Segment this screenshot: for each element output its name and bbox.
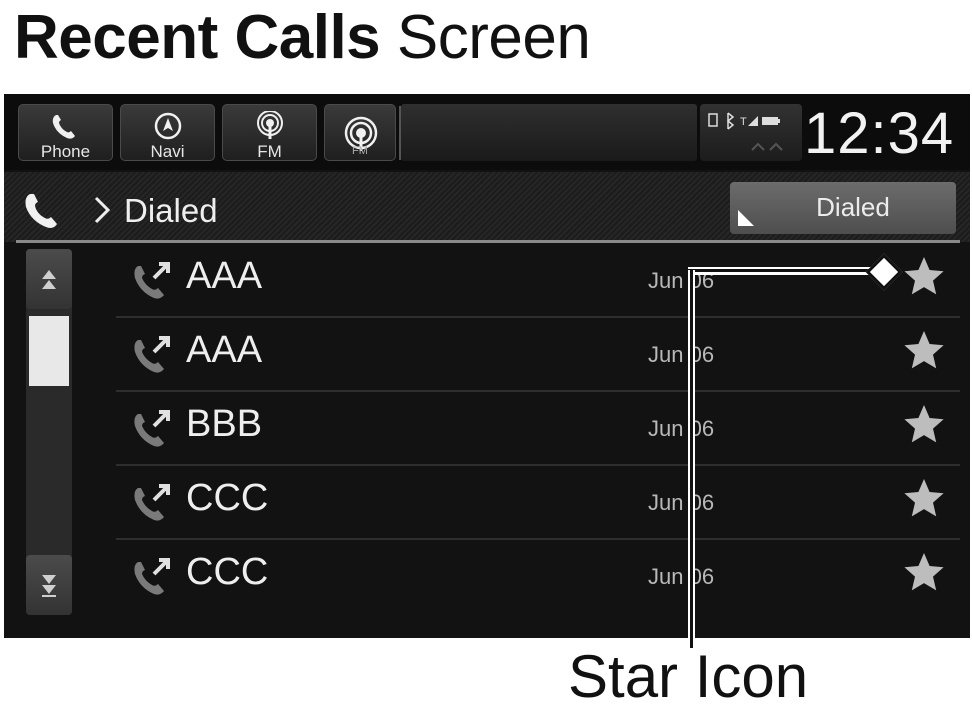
contact-name: BBB bbox=[186, 403, 263, 445]
star-icon[interactable] bbox=[902, 254, 946, 298]
call-filter-button[interactable]: Dialed bbox=[730, 182, 956, 234]
list-item[interactable]: CCC Jun 06 bbox=[116, 466, 960, 540]
head-unit-screen: Phone Navi FM FM T 12:34 Dialed Dialed A… bbox=[4, 94, 970, 638]
source-fm-button[interactable]: FM bbox=[222, 104, 317, 161]
list-item[interactable]: AAA Jun 06 bbox=[116, 244, 960, 318]
top-bar: Phone Navi FM FM T 12:34 bbox=[4, 94, 970, 170]
chevron-right-icon bbox=[94, 196, 111, 224]
outgoing-call-icon bbox=[134, 484, 170, 521]
call-filter-label: Dialed bbox=[816, 192, 890, 222]
header-divider bbox=[16, 240, 960, 243]
status-icons: T bbox=[708, 112, 783, 151]
navi-icon bbox=[121, 111, 214, 141]
callout-line-horizontal bbox=[688, 267, 884, 275]
star-icon[interactable] bbox=[902, 402, 946, 446]
list-item[interactable]: BBB Jun 06 bbox=[116, 392, 960, 466]
clock: 12:34 bbox=[804, 101, 955, 166]
call-date: Jun 06 bbox=[648, 342, 715, 367]
breadcrumb-label: Dialed bbox=[124, 192, 218, 229]
source-phone-label: Phone bbox=[40, 142, 91, 161]
topbar-empty-area bbox=[401, 104, 697, 161]
source-fm-active-label: FM bbox=[352, 145, 368, 157]
phone-icon bbox=[19, 111, 112, 141]
scroll-thumb[interactable] bbox=[29, 316, 69, 386]
contact-name: AAA bbox=[186, 255, 263, 297]
contact-name: CCC bbox=[186, 477, 269, 519]
source-fm-active-button[interactable]: FM bbox=[324, 104, 396, 161]
source-navi-label: Navi bbox=[150, 142, 185, 161]
outgoing-call-icon bbox=[134, 410, 170, 447]
double-chevron-up-icon bbox=[42, 270, 56, 289]
status-area: T bbox=[700, 104, 802, 161]
star-icon[interactable] bbox=[902, 328, 946, 372]
document-title-bold: Recent Calls bbox=[14, 3, 381, 72]
scroll-up-button[interactable] bbox=[26, 249, 72, 309]
call-date: Jun 06 bbox=[648, 564, 715, 589]
call-date: Jun 06 bbox=[648, 416, 715, 441]
source-navi-button[interactable]: Navi bbox=[120, 104, 215, 161]
document-title: Recent Calls Screen bbox=[14, 2, 591, 73]
call-date: Jun 06 bbox=[648, 490, 715, 515]
list-item[interactable]: AAA Jun 06 bbox=[116, 318, 960, 392]
callout-line-vertical bbox=[688, 270, 695, 648]
radio-icon bbox=[325, 113, 395, 151]
contact-name: CCC bbox=[186, 551, 269, 593]
callout-label: Star Icon bbox=[568, 643, 809, 710]
document-title-rest: Screen bbox=[380, 3, 591, 72]
source-phone-button[interactable]: Phone bbox=[18, 104, 113, 161]
radio-icon bbox=[223, 110, 316, 141]
list-item[interactable]: CCC Jun 06 bbox=[116, 540, 960, 614]
contact-name: AAA bbox=[186, 329, 263, 371]
outgoing-call-icon bbox=[134, 558, 170, 595]
outgoing-call-icon bbox=[134, 336, 170, 373]
double-chevron-down-icon bbox=[42, 575, 56, 597]
scroll-down-button[interactable] bbox=[26, 555, 72, 615]
svg-text:T: T bbox=[740, 116, 747, 128]
outgoing-call-icon bbox=[134, 262, 170, 299]
scrollbar[interactable] bbox=[26, 249, 72, 615]
star-icon[interactable] bbox=[902, 550, 946, 594]
source-fm-label: FM bbox=[257, 142, 282, 161]
star-icon[interactable] bbox=[902, 476, 946, 520]
